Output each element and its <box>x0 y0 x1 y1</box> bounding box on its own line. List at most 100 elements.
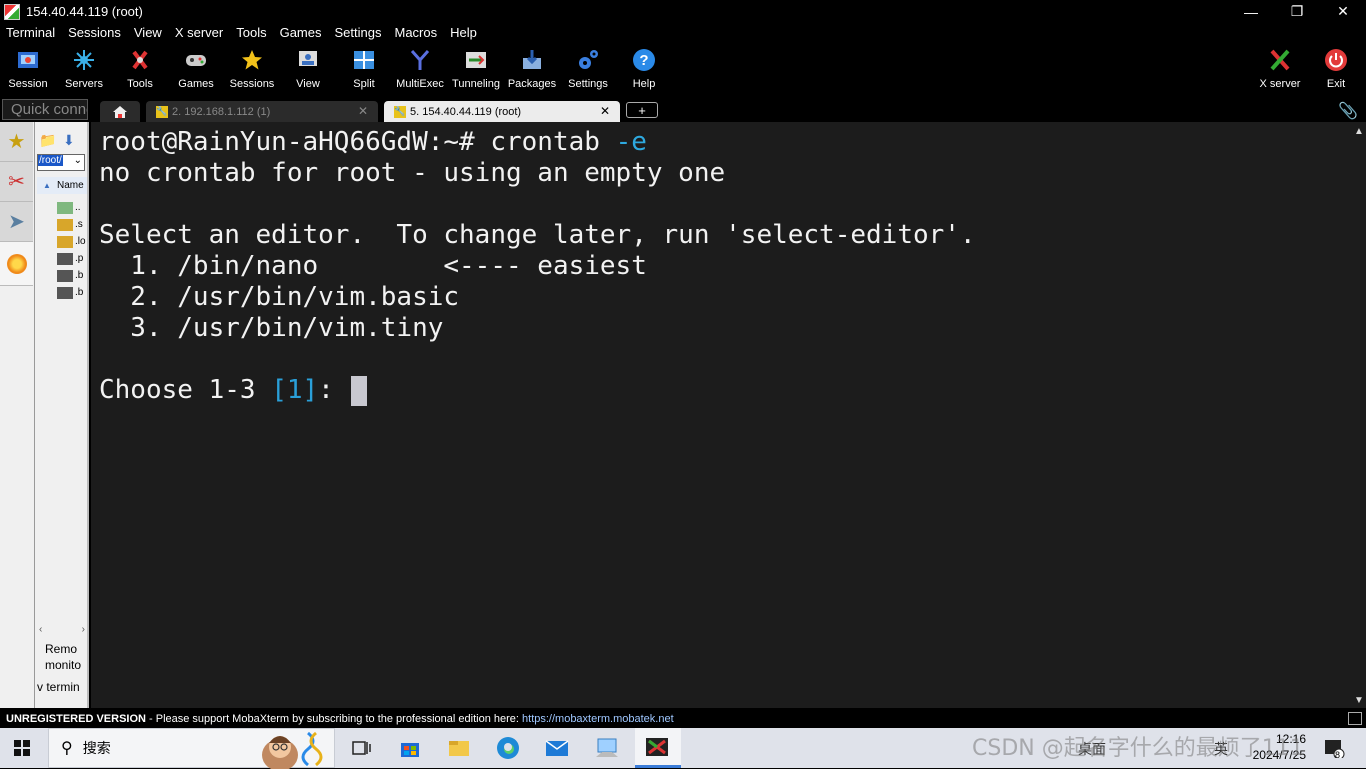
menu-help[interactable]: Help <box>450 25 477 40</box>
help-label: Help <box>632 78 656 90</box>
file-name: .lo <box>75 236 86 247</box>
sessions-label: Sessions <box>229 78 275 90</box>
menu-settings[interactable]: Settings <box>335 25 382 40</box>
scroll-up-icon[interactable]: ▲ <box>1354 126 1364 137</box>
file-row[interactable]: .b <box>57 285 87 300</box>
taskbar-search-box[interactable]: ⚲ 搜索 <box>48 728 335 769</box>
packages-button[interactable]: Packages <box>504 44 560 96</box>
quick-connect-input[interactable]: Quick connect... <box>2 99 88 120</box>
exit-button[interactable]: Exit <box>1308 44 1364 96</box>
file-name: .p <box>75 253 84 264</box>
file-row[interactable]: .s <box>57 217 87 232</box>
home-tab[interactable] <box>100 101 140 122</box>
status-bar: UNREGISTERED VERSION - Please support Mo… <box>0 710 1366 728</box>
settings-button[interactable]: Settings <box>560 44 616 96</box>
terminal-screen[interactable]: root@RainYun-aHQ66GdW:~# crontab -e no c… <box>91 122 1352 708</box>
file-name: .b <box>75 287 84 298</box>
horizontal-scrollbar[interactable]: ‹ › <box>39 624 85 635</box>
sidebar-sessions-tab[interactable]: ★ <box>0 122 33 162</box>
parent-folder-icon <box>57 201 73 214</box>
new-tab-button[interactable]: + <box>626 102 658 118</box>
app-logo-icon <box>4 3 20 20</box>
store-icon[interactable] <box>398 736 422 760</box>
servers-button[interactable]: Servers <box>56 44 112 96</box>
prompt-text: Choose 1-3 <box>99 375 272 405</box>
scroll-right-icon[interactable]: › <box>82 624 85 635</box>
menu-sessions[interactable]: Sessions <box>68 25 121 40</box>
help-button[interactable]: ? Help <box>616 44 672 96</box>
sidebar-macros-tab[interactable]: ➤ <box>0 202 33 242</box>
path-select[interactable]: /root/ ⌄ <box>37 154 85 171</box>
tunneling-icon <box>463 47 489 73</box>
windows-start-icon[interactable] <box>14 740 30 756</box>
session-icon <box>15 47 41 73</box>
folder-up-icon[interactable]: 📁 <box>39 132 56 149</box>
file-row[interactable]: .b <box>57 268 87 283</box>
sftp-icon <box>6 253 27 274</box>
split-label: Split <box>353 78 375 90</box>
folder-icon <box>57 218 73 231</box>
tab-session-5[interactable]: 🔧 5. 154.40.44.119 (root) ✕ <box>384 101 620 122</box>
games-button[interactable]: Games <box>168 44 224 96</box>
menu-terminal[interactable]: Terminal <box>6 25 55 40</box>
settings-label: Settings <box>568 78 608 90</box>
tab-close-button[interactable]: ✕ <box>600 104 610 118</box>
menu-games[interactable]: Games <box>280 25 322 40</box>
notification-icon[interactable] <box>1322 736 1346 760</box>
home-icon <box>113 105 127 118</box>
maximize-button[interactable]: ❐ <box>1274 0 1320 23</box>
fullscreen-icon[interactable] <box>1348 712 1362 725</box>
main-toolbar: Session Servers Tools Games Sessions Vie… <box>0 42 1366 98</box>
tunneling-label: Tunneling <box>452 78 500 90</box>
tab-close-button[interactable]: ✕ <box>358 104 368 118</box>
power-icon <box>1323 47 1349 73</box>
scroll-left-icon[interactable]: ‹ <box>39 624 42 635</box>
menu-xserver[interactable]: X server <box>175 25 223 40</box>
terminal-line: 3. /usr/bin/vim.tiny <box>99 313 444 343</box>
sidebar-tools-tab[interactable]: ✂ <box>0 162 33 202</box>
wrench-icon: 🔧 <box>394 105 406 118</box>
taskbar-mobaxterm-active[interactable] <box>635 728 681 768</box>
remote-monitoring-toggle[interactable]: Remo monito <box>45 641 81 673</box>
menu-tools[interactable]: Tools <box>236 25 266 40</box>
unregistered-label: UNREGISTERED VERSION <box>6 713 146 725</box>
menu-macros[interactable]: Macros <box>394 25 437 40</box>
minimize-button[interactable]: — <box>1228 0 1274 23</box>
scroll-down-icon[interactable]: ▼ <box>1354 695 1364 706</box>
menu-view[interactable]: View <box>134 25 162 40</box>
exit-label: Exit <box>1326 78 1346 90</box>
subscribe-link[interactable]: https://mobaxterm.mobatek.net <box>522 713 674 725</box>
split-button[interactable]: Split <box>336 44 392 96</box>
xserver-button[interactable]: X server <box>1252 44 1308 96</box>
file-name: .s <box>75 219 83 230</box>
multiexec-button[interactable]: MultiExec <box>392 44 448 96</box>
session-button[interactable]: Session <box>0 44 56 96</box>
view-button[interactable]: View <box>280 44 336 96</box>
sidebar-sftp-tab[interactable] <box>0 242 33 286</box>
terminal-scrollbar[interactable]: ▲ ▼ <box>1352 122 1366 708</box>
tools-button[interactable]: Tools <box>112 44 168 96</box>
column-header-name[interactable]: ▲ Name <box>37 177 87 194</box>
side-strip: ★ ✂ ➤ <box>0 122 35 708</box>
xserver-label: X server <box>1259 78 1301 90</box>
tab-session-1[interactable]: 🔧 2. 192.168.1.112 (1) ✕ <box>146 101 378 122</box>
remote-desktop-icon[interactable] <box>595 736 619 760</box>
file-row[interactable]: .. <box>57 200 87 215</box>
file-row[interactable]: .p <box>57 251 87 266</box>
terminal-line: 2. /usr/bin/vim.basic <box>99 282 460 312</box>
search-highlight-illustration <box>262 731 323 769</box>
download-icon[interactable]: ⬇ <box>63 132 75 149</box>
follow-terminal-toggle[interactable]: v termin <box>37 680 80 694</box>
task-view-icon[interactable] <box>350 736 374 760</box>
file-row[interactable]: .lo <box>57 234 87 249</box>
terminal-line: Select an editor. To change later, run '… <box>99 220 976 250</box>
edge-browser-icon[interactable] <box>496 736 520 760</box>
tunneling-button[interactable]: Tunneling <box>448 44 504 96</box>
mail-icon[interactable] <box>545 736 569 760</box>
sessions-button[interactable]: Sessions <box>224 44 280 96</box>
star-icon: ★ <box>7 131 26 153</box>
close-button[interactable]: ✕ <box>1320 0 1366 23</box>
tools-icon <box>127 47 153 73</box>
file-explorer-icon[interactable] <box>447 736 471 760</box>
paperclip-icon[interactable]: 📎 <box>1338 101 1358 121</box>
